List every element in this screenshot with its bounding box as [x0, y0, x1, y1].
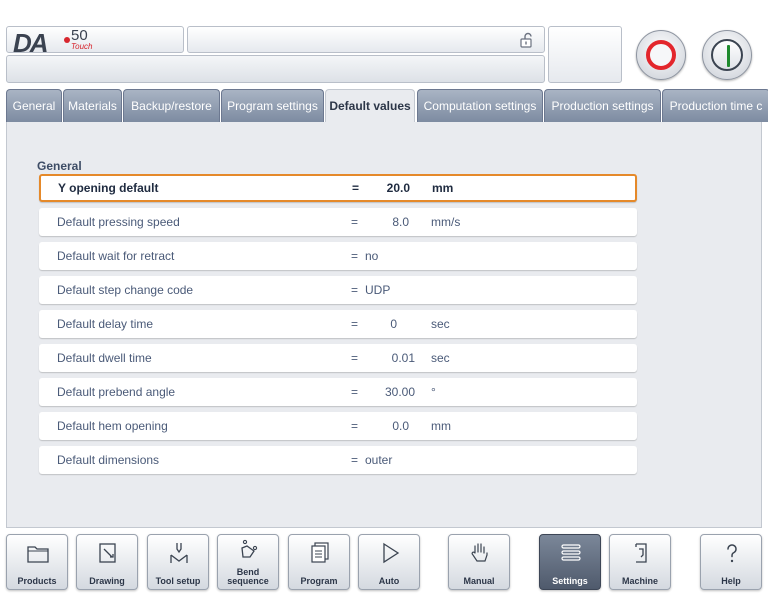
logo: DA 50 Touch [6, 26, 184, 58]
setting-label: Default hem opening [57, 419, 168, 433]
manual-label: Manual [463, 576, 495, 586]
setting-unit: mm [432, 181, 454, 195]
logo-dot [64, 37, 70, 43]
setting-label: Default wait for retract [57, 249, 175, 263]
setting-label: Default delay time [57, 317, 154, 331]
setting-row-dwell-time[interactable]: Default dwell time = 0.01 sec [39, 344, 637, 372]
setting-row-dimensions[interactable]: Default dimensions = outer [39, 446, 637, 474]
bend-sequence-icon [241, 539, 258, 558]
setting-equals: = [352, 181, 360, 195]
tab-default-values[interactable]: Default values [325, 89, 415, 122]
tool-icon [170, 543, 188, 563]
tool-setup-label: Tool setup [155, 576, 201, 586]
setting-unit: sec [431, 351, 450, 365]
message-bar [187, 26, 545, 53]
settings-button[interactable]: Settings [539, 534, 601, 590]
program-label: Program [300, 576, 338, 586]
unlock-icon[interactable] [520, 32, 534, 48]
folder-icon [27, 546, 49, 563]
setting-label: Default pressing speed [57, 215, 180, 229]
setting-row-step-change-code[interactable]: Default step change code = UDP [39, 276, 637, 304]
question-mark-icon [727, 544, 737, 563]
start-bar [727, 45, 730, 67]
setting-label: Default dwell time [57, 351, 152, 365]
bend-sequence-button[interactable]: Bend sequence [217, 534, 279, 590]
stop-icon [646, 40, 676, 70]
setting-label: Default dimensions [57, 453, 160, 467]
setting-equals: = [351, 453, 359, 467]
section-title: General [37, 159, 82, 173]
setting-row-pressing-speed[interactable]: Default pressing speed = 8.0 mm/s [39, 208, 637, 236]
play-icon [383, 542, 400, 564]
setting-row-prebend-angle[interactable]: Default prebend angle = 30.00 ° [39, 378, 637, 406]
tab-production-time[interactable]: Production time c [662, 89, 768, 122]
auto-label: Auto [378, 576, 400, 586]
machine-button[interactable]: Machine [609, 534, 671, 590]
help-label: Help [721, 576, 741, 586]
hand-icon [471, 543, 488, 562]
logo-sub: Touch [71, 42, 93, 51]
tab-computation-settings[interactable]: Computation settings [417, 89, 543, 122]
setting-equals: = [351, 419, 359, 433]
help-button[interactable]: Help [700, 534, 762, 590]
setting-unit: sec [431, 317, 450, 331]
machine-label: Machine [621, 576, 658, 586]
auto-button[interactable]: Auto [358, 534, 420, 590]
machine-icon [635, 543, 647, 563]
program-icon [311, 542, 329, 563]
drawing-label: Drawing [89, 576, 125, 586]
setting-row-delay-time[interactable]: Default delay time = 0 sec [39, 310, 637, 338]
drawing-icon [99, 543, 116, 563]
start-icon [711, 39, 743, 71]
default-values-panel: General Y opening default = 20.0 mm Defa… [6, 122, 762, 528]
setting-label: Y opening default [58, 181, 159, 195]
tab-production-settings[interactable]: Production settings [544, 89, 661, 122]
setting-value: 0 [390, 317, 397, 331]
setting-value: 0.01 [391, 351, 415, 365]
settings-label: Settings [552, 576, 588, 586]
tab-program-settings[interactable]: Program settings [221, 89, 324, 122]
drawing-button[interactable]: Drawing [76, 534, 138, 590]
tab-materials[interactable]: Materials [63, 89, 122, 122]
setting-label: Default step change code [57, 283, 194, 297]
start-button[interactable] [702, 30, 752, 80]
tab-backup-restore[interactable]: Backup/restore [123, 89, 220, 122]
bend-sequence-label-line2: sequence [227, 576, 269, 586]
setting-value: 0.0 [392, 419, 409, 433]
manual-button[interactable]: Manual [448, 534, 510, 590]
setting-value: UDP [365, 283, 391, 297]
products-label: Products [17, 576, 57, 586]
tab-general[interactable]: General [6, 89, 62, 122]
products-button[interactable]: Products [6, 534, 68, 590]
settings-list-icon [561, 544, 581, 561]
status-bar [6, 55, 545, 83]
setting-value: 20.0 [386, 181, 410, 195]
tool-setup-button[interactable]: Tool setup [147, 534, 209, 590]
setting-value: 30.00 [384, 385, 415, 399]
bend-sequence-label: Bend sequence [218, 568, 278, 586]
setting-equals: = [351, 317, 359, 331]
setting-value: outer [365, 453, 393, 467]
side-panel [548, 26, 622, 83]
settings-tabs: General Materials Backup/restore Program… [6, 89, 768, 122]
setting-unit: mm/s [431, 215, 461, 229]
top-bar: DA 50 Touch [0, 20, 768, 88]
setting-row-y-opening-default[interactable]: Y opening default = 20.0 mm [39, 174, 637, 202]
setting-equals: = [351, 385, 359, 399]
setting-label: Default prebend angle [57, 385, 176, 399]
setting-unit: ° [431, 385, 436, 399]
setting-equals: = [351, 351, 359, 365]
setting-equals: = [351, 249, 359, 263]
stop-button[interactable] [636, 30, 686, 80]
setting-row-hem-opening[interactable]: Default hem opening = 0.0 mm [39, 412, 637, 440]
setting-unit: mm [431, 419, 451, 433]
setting-value: 8.0 [392, 215, 409, 229]
setting-equals: = [351, 283, 359, 297]
setting-row-wait-for-retract[interactable]: Default wait for retract = no [39, 242, 637, 270]
setting-value: no [365, 249, 379, 263]
bottom-navigation: Products Drawing Tool setup Bend sequenc… [0, 530, 768, 615]
setting-equals: = [351, 215, 359, 229]
program-button[interactable]: Program [288, 534, 350, 590]
